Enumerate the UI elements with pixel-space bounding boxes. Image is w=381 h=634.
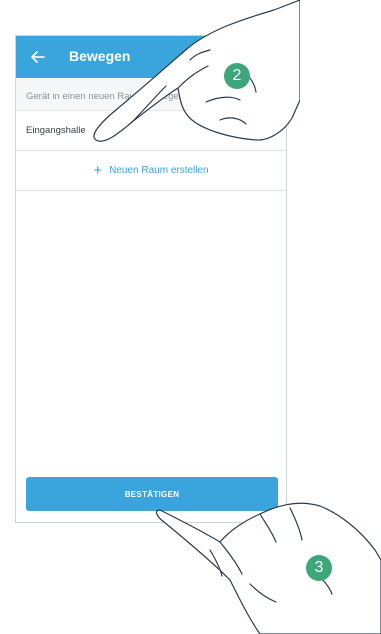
page-title: Bewegen	[69, 48, 131, 64]
create-room-label: Neuen Raum erstellen	[109, 165, 209, 176]
plus-icon: +	[93, 162, 103, 179]
step-badge-3: 3	[306, 555, 332, 581]
confirm-label: BESTÄTIGEN	[124, 489, 180, 499]
room-item-eingangshalle[interactable]: Eingangshalle	[16, 111, 286, 151]
confirm-button[interactable]: BESTÄTIGEN	[26, 477, 278, 511]
room-label: Eingangshalle	[26, 125, 86, 136]
checkmark-icon	[261, 125, 273, 135]
phone-screen: Bewegen Gerät in einen neuen Raum bewege…	[15, 35, 287, 523]
create-room-button[interactable]: + Neuen Raum erstellen	[16, 151, 286, 191]
back-button[interactable]	[26, 45, 50, 69]
arrow-left-icon	[31, 51, 45, 63]
step-badge-2: 2	[224, 63, 250, 89]
